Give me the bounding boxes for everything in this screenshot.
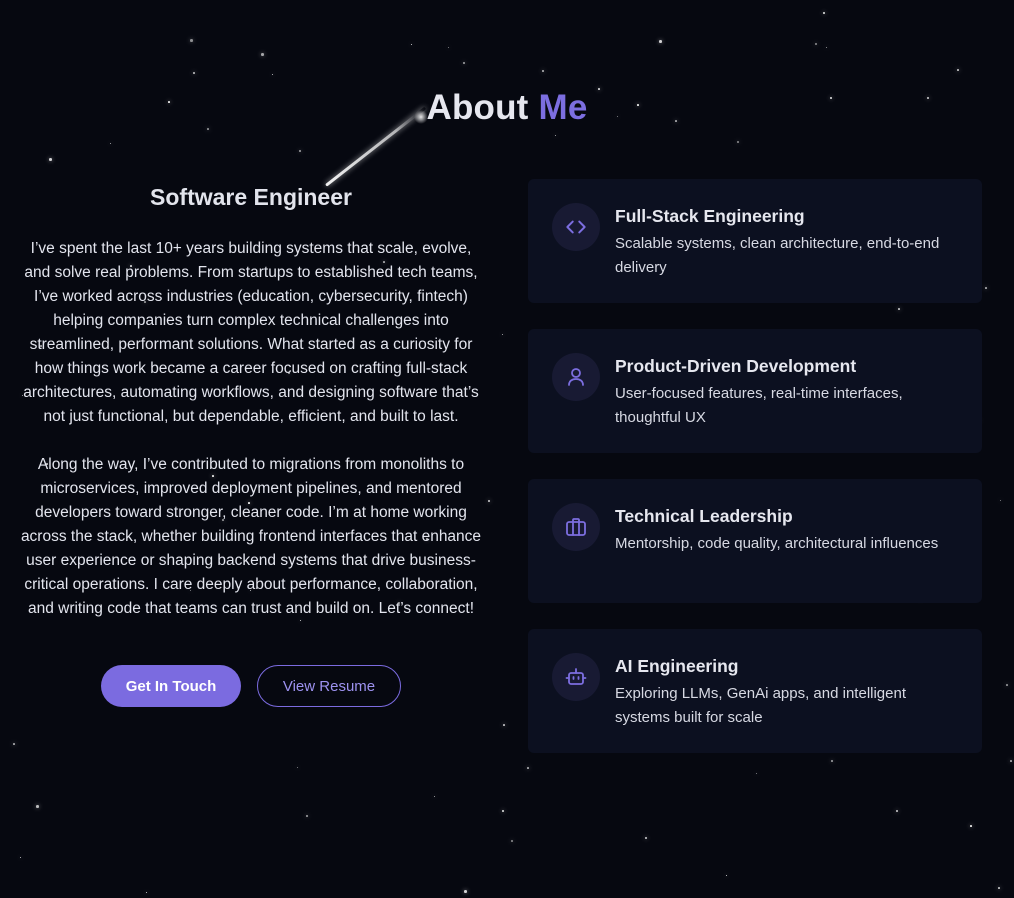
skill-card-full-stack: Full-Stack Engineering Scalable systems,… [528, 179, 982, 303]
star [1000, 500, 1001, 501]
star [823, 12, 825, 14]
star [998, 887, 1000, 889]
star [1006, 684, 1008, 686]
star [555, 135, 556, 136]
section-title: About Me [0, 88, 1014, 128]
star [826, 47, 827, 48]
star [190, 39, 193, 42]
star [299, 150, 301, 152]
star [896, 810, 898, 812]
star [502, 810, 504, 812]
star [970, 825, 972, 827]
star [815, 43, 817, 45]
star [434, 796, 435, 797]
star [272, 74, 273, 75]
star [20, 857, 21, 858]
intro-paragraph-1: I’ve spent the last 10+ years building s… [23, 240, 479, 425]
star [1010, 760, 1012, 762]
skill-card-title: AI Engineering [615, 656, 739, 676]
skill-card-title: Technical Leadership [615, 506, 793, 526]
skill-card-description: User-focused features, real-time interfa… [615, 385, 903, 426]
get-in-touch-button[interactable]: Get In Touch [101, 665, 241, 707]
star [511, 840, 513, 842]
skill-card-product: Product-Driven Development User-focused … [528, 329, 982, 453]
star [261, 53, 264, 56]
star [659, 40, 662, 43]
skill-card-description: Mentorship, code quality, architectural … [615, 535, 939, 552]
view-resume-button[interactable]: View Resume [257, 665, 401, 707]
skill-card-ai: AI Engineering Exploring LLMs, GenAi app… [528, 629, 982, 753]
skills-cards: Full-Stack Engineering Scalable systems,… [528, 179, 982, 779]
user-icon [552, 353, 600, 401]
star [737, 141, 739, 143]
intro-column: Software Engineer I’ve spent the last 10… [20, 180, 482, 707]
star [502, 334, 503, 335]
star [49, 158, 52, 161]
star [297, 767, 298, 768]
briefcase-icon [552, 503, 600, 551]
section-title-main: About [426, 88, 529, 127]
star [207, 128, 209, 130]
star [448, 47, 449, 48]
code-icon [552, 203, 600, 251]
star [306, 815, 308, 817]
star [110, 143, 111, 144]
intro-paragraph-2: Along the way, I’ve contributed to migra… [20, 456, 482, 617]
cta-buttons: Get In Touch View Resume [20, 665, 482, 707]
star [645, 837, 647, 839]
star [542, 70, 544, 72]
star [985, 287, 987, 289]
star [503, 724, 505, 726]
star [726, 875, 727, 876]
skill-card-title: Product-Driven Development [615, 356, 857, 376]
about-section: About Me Software Engineer I’ve spent th… [0, 0, 1014, 898]
star [36, 805, 39, 808]
star [146, 892, 147, 893]
skill-card-description: Scalable systems, clean architecture, en… [615, 235, 940, 276]
star [488, 500, 490, 502]
role-heading: Software Engineer [150, 184, 352, 210]
star [411, 44, 412, 45]
bot-icon [552, 653, 600, 701]
star [464, 890, 467, 893]
star [957, 69, 959, 71]
section-title-accent: Me [538, 88, 588, 127]
skill-card-leadership: Technical Leadership Mentorship, code qu… [528, 479, 982, 603]
skill-card-title: Full-Stack Engineering [615, 206, 805, 226]
star [463, 62, 465, 64]
skill-card-description: Exploring LLMs, GenAi apps, and intellig… [615, 685, 907, 726]
star [13, 743, 15, 745]
star [193, 72, 195, 74]
